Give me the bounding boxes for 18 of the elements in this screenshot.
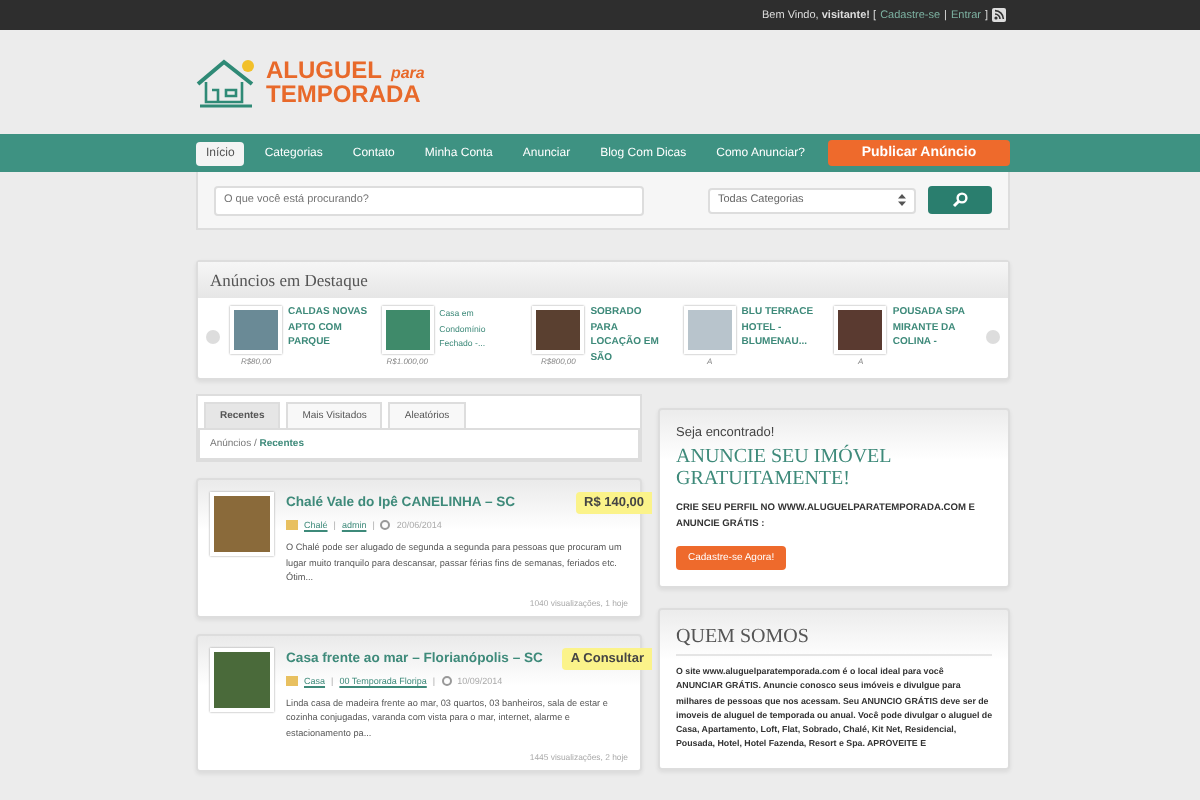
search-button[interactable] <box>928 186 992 214</box>
folder-icon <box>286 675 298 685</box>
photo-placeholder[interactable] <box>210 647 274 711</box>
about-title: QUEM SOMOS <box>676 626 992 656</box>
promo-headline: ANUNCIE SEU IMÓVEL GRATUITAMENTE! <box>676 446 893 490</box>
folder-icon <box>286 520 298 530</box>
logo-text: ALUGUEL <box>266 56 382 84</box>
panel-title: Anúncios em Destaque <box>198 262 1008 298</box>
rss-icon[interactable] <box>992 8 1006 22</box>
photo-placeholder[interactable] <box>834 306 887 354</box>
clock-icon <box>380 520 391 530</box>
logo-text: para <box>390 64 425 82</box>
photo-placeholder[interactable] <box>210 492 274 556</box>
logo-text: TEMPORADA <box>266 84 421 106</box>
search-icon <box>952 192 968 208</box>
photo-placeholder[interactable] <box>532 306 585 354</box>
updown-caret-icon <box>898 194 906 206</box>
clock-icon <box>441 675 452 685</box>
